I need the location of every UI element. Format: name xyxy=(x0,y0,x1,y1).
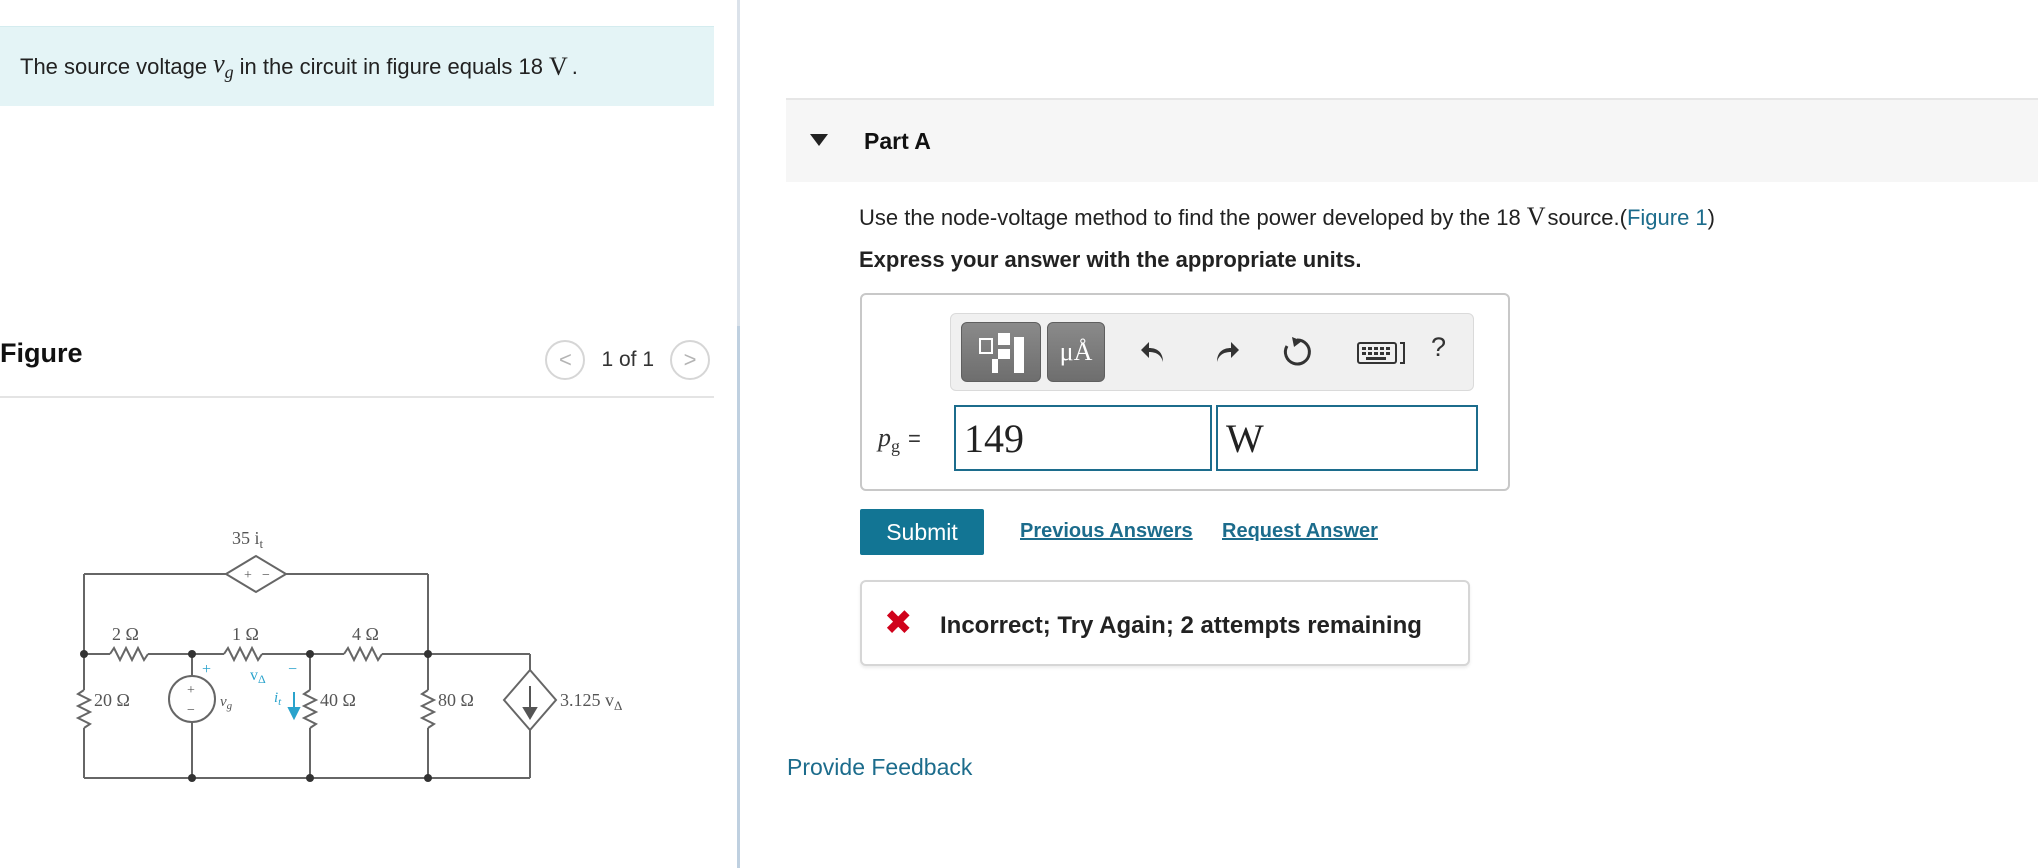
resistor-1-label: 1 Ω xyxy=(232,624,259,644)
symbol-sub: g xyxy=(224,62,234,83)
dependent-voltage-label: 35 it xyxy=(232,528,264,551)
answer-instructions: Express your answer with the appropriate… xyxy=(859,247,1362,272)
resistor-4-label: 4 Ω xyxy=(352,624,379,644)
math-toolbar: μÅ ? xyxy=(950,313,1474,391)
error-x-icon: ✖ xyxy=(884,604,913,642)
answer-unit-input[interactable]: W xyxy=(1216,405,1478,471)
units-button[interactable]: μÅ xyxy=(1047,322,1105,382)
resistor-20-label: 20 Ω xyxy=(94,690,130,710)
resistor-2-label: 2 Ω xyxy=(112,624,139,644)
source-vg-label: vg xyxy=(220,694,233,712)
request-answer-link[interactable]: Request Answer xyxy=(1222,520,1378,543)
chevron-right-icon: > xyxy=(683,347,697,372)
next-figure-button[interactable]: > xyxy=(670,340,710,380)
redo-icon[interactable] xyxy=(1205,332,1245,372)
help-button[interactable]: ? xyxy=(1431,332,1446,363)
resistor-40-label: 40 Ω xyxy=(320,690,356,710)
part-a-header[interactable]: Part A xyxy=(786,98,2038,182)
variable-p: p xyxy=(878,423,891,452)
provide-feedback-link[interactable]: Provide Feedback xyxy=(787,754,972,781)
circuit-diagram: 35 it + − 2 Ω 1 Ω 4 Ω + vΔ − 20 Ω + − vg… xyxy=(75,528,622,782)
current-it-label: it xyxy=(274,690,282,708)
resistor-80-label: 80 Ω xyxy=(438,690,474,710)
feedback-message: Incorrect; Try Again; 2 attempts remaini… xyxy=(940,612,1422,639)
variable-sub: g xyxy=(891,436,900,457)
undo-icon[interactable] xyxy=(1135,332,1175,372)
source-voltage-symbol: vg xyxy=(213,49,234,83)
figure-header: Figure < 1 of 1 > xyxy=(0,330,714,398)
left-pane: The source voltage vg in the circuit in … xyxy=(0,0,738,868)
keyboard-icon[interactable] xyxy=(1351,332,1411,372)
feedback-message-box: ✖ Incorrect; Try Again; 2 attempts remai… xyxy=(860,580,1470,666)
problem-statement: The source voltage vg in the circuit in … xyxy=(0,26,714,106)
figure-link[interactable]: Figure 1 xyxy=(1627,205,1708,230)
templates-icon xyxy=(979,333,1024,373)
vdelta-label: vΔ xyxy=(250,667,266,686)
figure-pager: < 1 of 1 > xyxy=(545,340,710,380)
previous-figure-button[interactable]: < xyxy=(545,340,586,380)
chevron-left-icon: < xyxy=(559,347,572,372)
question-body: Use the node-voltage method to find the … xyxy=(859,205,1521,230)
answer-value-input[interactable]: 149 xyxy=(954,405,1212,471)
source-minus: − xyxy=(187,703,195,718)
dep-minus: − xyxy=(262,568,270,583)
vdelta-plus: + xyxy=(202,661,211,678)
problem-text-after: in the circuit in figure equals 18 xyxy=(239,53,543,79)
vdelta-minus: − xyxy=(288,661,297,678)
dependent-current-label: 3.125 vΔ xyxy=(560,690,622,713)
answer-box: μÅ ? pg = 149 W xyxy=(860,293,1510,491)
submit-button[interactable]: Submit xyxy=(860,509,984,555)
figure-title: Figure xyxy=(0,338,83,368)
question-suffix: source.( xyxy=(1547,205,1627,230)
page: The source voltage vg in the circuit in … xyxy=(0,0,2038,868)
problem-period: . xyxy=(571,53,578,79)
dep-plus: + xyxy=(244,568,252,583)
pane-splitter-handle[interactable] xyxy=(737,326,740,868)
reset-icon[interactable] xyxy=(1277,332,1317,372)
collapse-triangle-icon[interactable] xyxy=(810,134,828,146)
source-plus: + xyxy=(187,683,195,698)
question-unit: V xyxy=(1526,202,1546,231)
answer-variable-label: pg = xyxy=(878,423,921,457)
problem-text-before: The source voltage xyxy=(20,53,208,79)
part-title: Part A xyxy=(864,128,931,154)
question-text: Use the node-voltage method to find the … xyxy=(859,202,1715,232)
figure-page-indicator: 1 of 1 xyxy=(601,348,654,371)
templates-button[interactable] xyxy=(961,322,1041,382)
problem-unit: V xyxy=(548,51,568,81)
previous-answers-link[interactable]: Previous Answers xyxy=(1020,520,1193,543)
equals-sign: = xyxy=(908,426,921,451)
symbol-v: v xyxy=(213,49,225,79)
question-close: ) xyxy=(1707,205,1715,230)
